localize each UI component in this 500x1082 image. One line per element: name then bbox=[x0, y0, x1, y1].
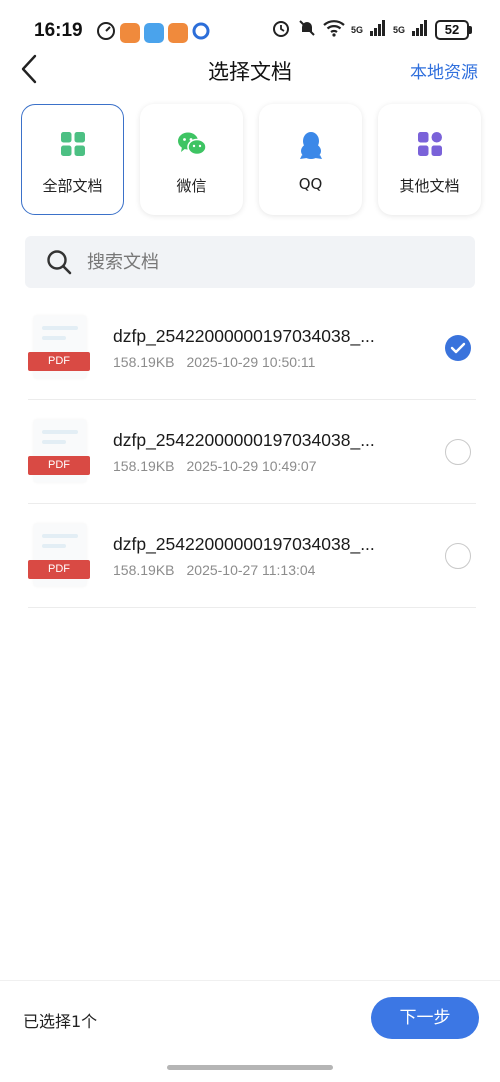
tab-label: 其他文档 bbox=[399, 177, 460, 195]
search-icon bbox=[46, 249, 72, 279]
header: 选择文档 本地资源 bbox=[0, 44, 500, 94]
search-bar[interactable] bbox=[25, 236, 475, 288]
pdf-file-icon: PDF bbox=[28, 316, 92, 382]
file-size: 158.19KB bbox=[113, 354, 175, 370]
file-list: PDF dzfp_25422000000197034038_... 158.19… bbox=[0, 296, 500, 608]
selected-count: 已选择1个 bbox=[23, 1012, 98, 1031]
file-date: 2025-10-27 11:13:04 bbox=[186, 562, 316, 578]
status-right: 5G 5G 52 bbox=[271, 18, 472, 42]
list-item[interactable]: PDF dzfp_25422000000197034038_... 158.19… bbox=[0, 504, 500, 608]
file-name: dzfp_25422000000197034038_... bbox=[113, 534, 375, 554]
app-notification-icon bbox=[120, 23, 140, 43]
battery-icon: 52 bbox=[435, 20, 472, 40]
file-name: dzfp_25422000000197034038_... bbox=[113, 430, 375, 450]
status-app-icons bbox=[96, 21, 210, 45]
check-icon bbox=[450, 342, 466, 354]
file-date: 2025-10-29 10:50:11 bbox=[186, 354, 316, 370]
tab-qq[interactable]: QQ bbox=[259, 104, 362, 215]
pdf-file-icon: PDF bbox=[28, 420, 92, 486]
grid-icon bbox=[417, 132, 442, 156]
tab-wechat[interactable]: 微信 bbox=[140, 104, 243, 215]
network-label: 5G bbox=[392, 25, 405, 35]
browser-icon bbox=[192, 22, 210, 44]
file-size: 158.19KB bbox=[113, 562, 175, 578]
wifi-icon bbox=[323, 19, 345, 41]
select-checkbox[interactable] bbox=[445, 335, 471, 361]
mute-icon bbox=[297, 18, 317, 42]
file-meta: 158.19KB 2025-10-29 10:49:07 bbox=[113, 458, 317, 474]
tab-label: 全部文档 bbox=[42, 177, 103, 195]
grid-icon bbox=[60, 132, 85, 156]
status-time: 16:19 bbox=[34, 20, 83, 41]
tab-other-documents[interactable]: 其他文档 bbox=[378, 104, 481, 215]
file-date: 2025-10-29 10:49:07 bbox=[186, 458, 317, 474]
pdf-badge: PDF bbox=[28, 352, 90, 371]
tab-all-documents[interactable]: 全部文档 bbox=[21, 104, 124, 215]
file-size: 158.19KB bbox=[113, 458, 175, 474]
signal-icon bbox=[369, 19, 387, 41]
penguin-icon bbox=[299, 132, 322, 159]
wechat-icon bbox=[177, 132, 207, 156]
pdf-badge: PDF bbox=[28, 456, 90, 475]
speed-icon bbox=[96, 21, 116, 45]
signal-icon bbox=[411, 19, 429, 41]
tab-label: 微信 bbox=[176, 177, 207, 195]
search-input[interactable] bbox=[87, 236, 457, 288]
select-checkbox[interactable] bbox=[445, 439, 471, 465]
list-item[interactable]: PDF dzfp_25422000000197034038_... 158.19… bbox=[0, 296, 500, 400]
local-resources-link[interactable]: 本地资源 bbox=[410, 58, 478, 83]
next-step-button[interactable]: 下一步 bbox=[371, 997, 479, 1039]
file-meta: 158.19KB 2025-10-27 11:13:04 bbox=[113, 562, 315, 578]
network-label: 5G bbox=[350, 25, 363, 35]
weather-icon bbox=[144, 23, 164, 43]
home-indicator[interactable] bbox=[167, 1065, 333, 1070]
file-meta: 158.19KB 2025-10-29 10:50:11 bbox=[113, 354, 315, 370]
list-item[interactable]: PDF dzfp_25422000000197034038_... 158.19… bbox=[0, 400, 500, 504]
app-notification-icon bbox=[168, 23, 188, 43]
select-checkbox[interactable] bbox=[445, 543, 471, 569]
bottom-bar: 已选择1个 下一步 bbox=[0, 980, 500, 1082]
file-name: dzfp_25422000000197034038_... bbox=[113, 326, 375, 346]
tab-label: QQ bbox=[298, 175, 323, 193]
category-tabs: 全部文档 微信 QQ 其他文档 bbox=[21, 104, 481, 216]
battery-level: 52 bbox=[435, 20, 469, 40]
pdf-badge: PDF bbox=[28, 560, 90, 579]
alarm-icon bbox=[271, 18, 291, 42]
pdf-file-icon: PDF bbox=[28, 524, 92, 590]
